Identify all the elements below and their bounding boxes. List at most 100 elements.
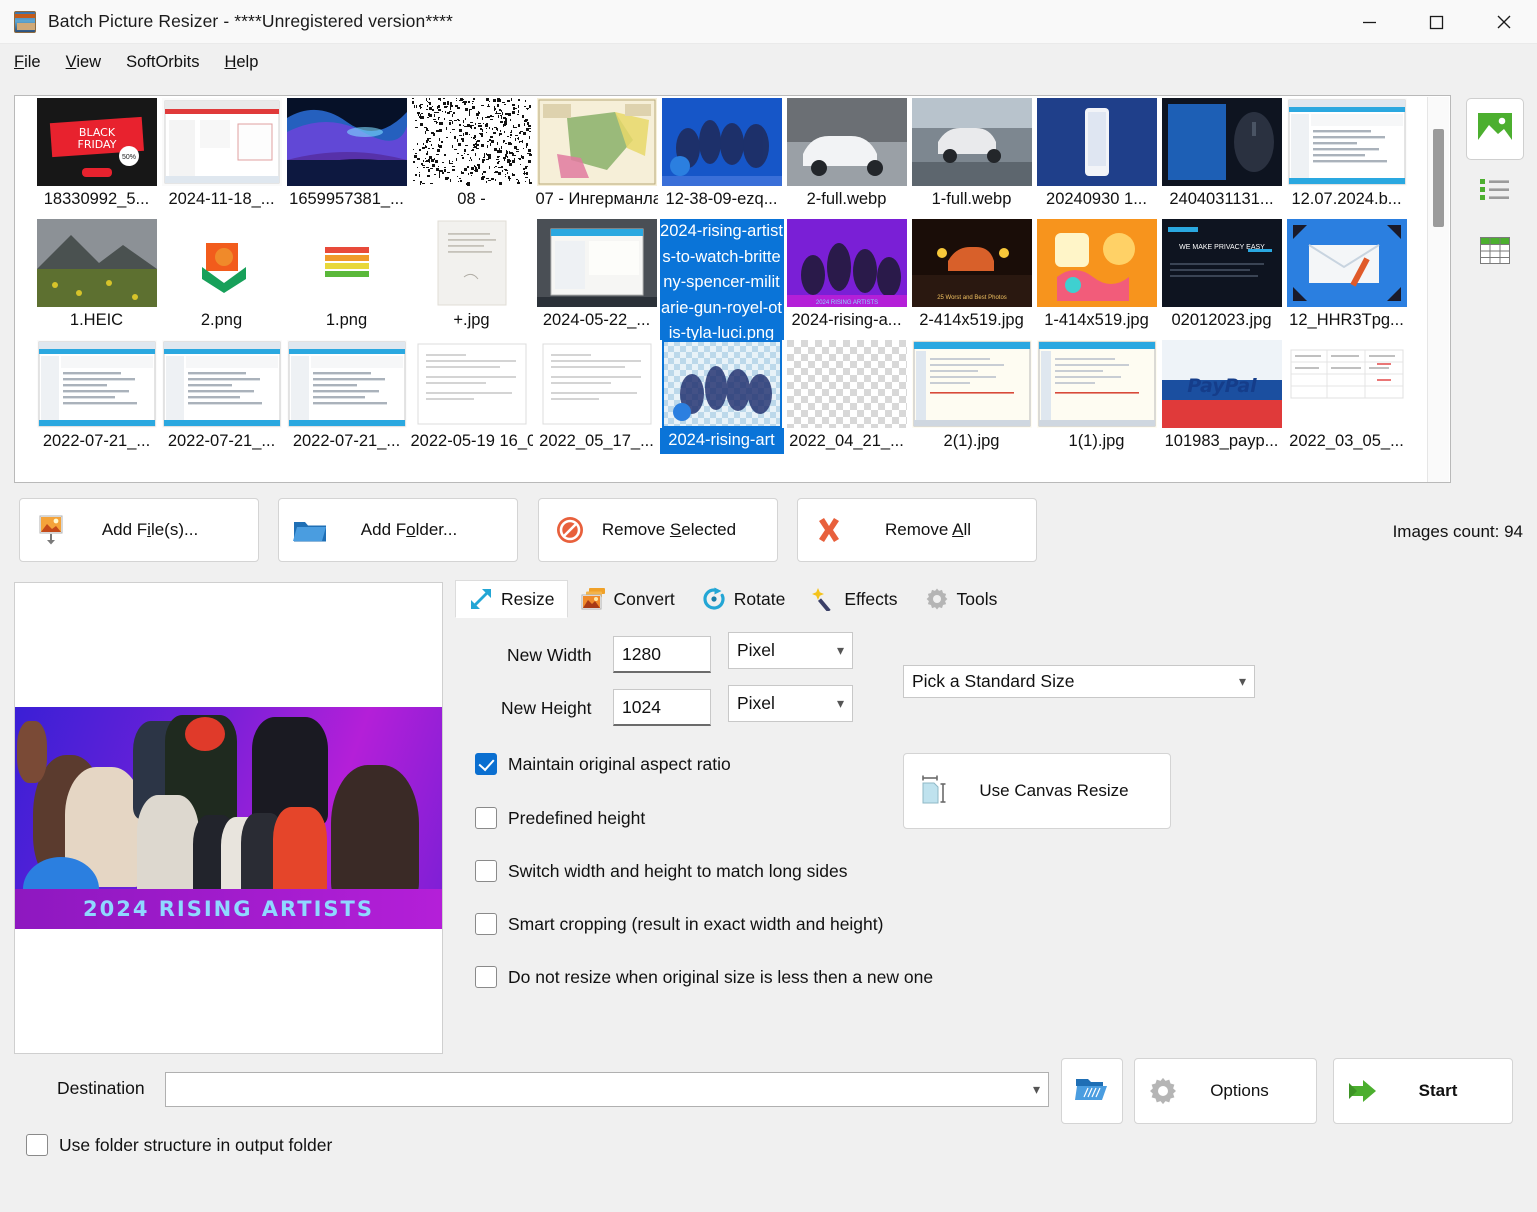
thumbnail-item[interactable]: 2022_05_17_... bbox=[534, 340, 659, 461]
tab-rotate[interactable]: Rotate bbox=[688, 580, 799, 618]
checkbox-row-smart-cropping[interactable]: Smart cropping (result in exact width an… bbox=[475, 913, 883, 935]
predefined-height-checkbox[interactable] bbox=[475, 807, 497, 829]
checkbox-row-do-not-resize[interactable]: Do not resize when original size is less… bbox=[475, 966, 933, 988]
thumbnail-item[interactable]: 2022-05-19 16_05_59 bbox=[409, 340, 534, 461]
thumbnail-item[interactable]: 2022_03_05_... bbox=[1284, 340, 1409, 461]
tab-convert[interactable]: Convert bbox=[568, 580, 688, 618]
thumbnail-image bbox=[1162, 98, 1282, 186]
smart-cropping-checkbox[interactable] bbox=[475, 913, 497, 935]
new-height-unit-select[interactable]: Pixel ▾ bbox=[728, 685, 853, 722]
add-image-icon bbox=[20, 515, 82, 545]
maximize-button[interactable] bbox=[1403, 0, 1470, 44]
thumbnail-item[interactable]: 1(1).jpg bbox=[1034, 340, 1159, 461]
thumbnail-scrollbar[interactable] bbox=[1427, 97, 1449, 483]
thumbnail-item[interactable]: 2024-05-22_... bbox=[534, 219, 659, 340]
gear-icon bbox=[1135, 1076, 1191, 1106]
chevron-down-icon: ▾ bbox=[1239, 673, 1246, 690]
thumbnail-item[interactable]: 12-38-09-ezq... bbox=[659, 98, 784, 219]
thumbnail-item[interactable]: 1659957381_... bbox=[284, 98, 409, 219]
start-button[interactable]: Start bbox=[1333, 1058, 1513, 1124]
options-button[interactable]: Options bbox=[1134, 1058, 1317, 1124]
thumbnail-item[interactable]: 2.png bbox=[159, 219, 284, 340]
new-width-input[interactable] bbox=[613, 636, 711, 673]
thumbnail-item[interactable]: +.jpg bbox=[409, 219, 534, 340]
details-view-button[interactable] bbox=[1466, 222, 1524, 284]
new-width-unit-value: Pixel bbox=[737, 640, 775, 661]
images-count-label: Images count: 94 bbox=[1393, 522, 1523, 542]
thumbnail-item[interactable]: 2022_04_21_... bbox=[784, 340, 909, 461]
thumbnail-item[interactable]: WE MAKE PRIVACY EASY02012023.jpg bbox=[1159, 219, 1284, 340]
list-view-button[interactable] bbox=[1466, 160, 1524, 222]
browse-destination-button[interactable] bbox=[1061, 1058, 1123, 1124]
checkbox-row-switch-wh[interactable]: Switch width and height to match long si… bbox=[475, 860, 848, 882]
thumbnail-item[interactable]: 2024 RISING ARTISTS2024-rising-a... bbox=[784, 219, 909, 340]
thumbnail-image: WE MAKE PRIVACY EASY bbox=[1162, 219, 1282, 307]
thumbnail-item[interactable]: PayPal101983_payp... bbox=[1159, 340, 1284, 461]
thumbnail-view-button[interactable] bbox=[1466, 98, 1524, 160]
thumbnail-item[interactable]: 2024-rising-art bbox=[659, 340, 784, 461]
thumbnail-item[interactable]: 12_HHR3Tpg... bbox=[1284, 219, 1409, 340]
magic-wand-icon bbox=[811, 586, 837, 612]
thumbnail-item[interactable]: 1-414x519.jpg bbox=[1034, 219, 1159, 340]
do-not-resize-checkbox[interactable] bbox=[475, 966, 497, 988]
thumbnail-item[interactable]: 25 Worst and Best Photos2-414x519.jpg bbox=[909, 219, 1034, 340]
use-folder-structure-checkbox[interactable] bbox=[26, 1134, 48, 1156]
switch-width-height-checkbox[interactable] bbox=[475, 860, 497, 882]
tab-effects[interactable]: Effects bbox=[798, 580, 910, 618]
menu-item-help[interactable]: Help bbox=[213, 49, 269, 76]
thumbnail-item[interactable]: 2022-07-21_... bbox=[34, 340, 159, 461]
tab-bar: Resize Convert Rotate bbox=[455, 580, 1010, 618]
thumbnail-caption: 2.png bbox=[161, 308, 283, 333]
scrollbar-thumb[interactable] bbox=[1433, 129, 1444, 227]
thumbnail-item[interactable]: 1-full.webp bbox=[909, 98, 1034, 219]
checkbox-row-aspect-ratio[interactable]: Maintain original aspect ratio bbox=[475, 753, 731, 775]
add-folder-button[interactable]: Add Folder... bbox=[278, 498, 518, 562]
thumbnail-item[interactable]: BLACKFRIDAY50%18330992_5... bbox=[34, 98, 159, 219]
tab-resize[interactable]: Resize bbox=[455, 580, 568, 618]
thumbnail-panel[interactable]: BLACKFRIDAY50%18330992_5...2024-11-18_..… bbox=[14, 95, 1451, 483]
tab-tools[interactable]: Tools bbox=[911, 580, 1011, 618]
thumbnail-image bbox=[1287, 219, 1407, 307]
new-width-unit-select[interactable]: Pixel ▾ bbox=[728, 632, 853, 669]
thumbnail-caption: 2024-rising-art bbox=[660, 428, 784, 454]
destination-combobox[interactable]: ▾ bbox=[165, 1072, 1049, 1107]
thumbnail-item[interactable]: 1.HEIC bbox=[34, 219, 159, 340]
thumbnail-item[interactable]: 2-full.webp bbox=[784, 98, 909, 219]
chevron-down-icon: ▾ bbox=[837, 695, 844, 712]
tab-rotate-label: Rotate bbox=[734, 589, 786, 610]
thumbnail-item[interactable]: 20240930 1... bbox=[1034, 98, 1159, 219]
thumbnail-item[interactable]: 1.png bbox=[284, 219, 409, 340]
list-icon bbox=[1480, 177, 1510, 206]
checkbox-row-use-folder-structure[interactable]: Use folder structure in output folder bbox=[26, 1134, 332, 1156]
thumbnail-item[interactable]: 2404031131... bbox=[1159, 98, 1284, 219]
thumbnail-grid[interactable]: BLACKFRIDAY50%18330992_5...2024-11-18_..… bbox=[15, 96, 1427, 482]
thumbnail-item[interactable]: 2(1).jpg bbox=[909, 340, 1034, 461]
menu-item-softorbits[interactable]: SoftOrbits bbox=[115, 49, 210, 76]
thumbnail-item[interactable]: 07 - Ингерманла... bbox=[534, 98, 659, 219]
maintain-aspect-ratio-checkbox[interactable] bbox=[475, 753, 497, 775]
thumbnail-item[interactable]: 2024-11-18_... bbox=[159, 98, 284, 219]
chevron-down-icon: ▾ bbox=[1033, 1081, 1040, 1098]
use-canvas-resize-button[interactable]: Use Canvas Resize bbox=[903, 753, 1171, 829]
thumbnail-image: PayPal bbox=[1162, 340, 1282, 428]
thumbnail-caption: 20240930 1... bbox=[1036, 187, 1158, 212]
menu-item-file[interactable]: File bbox=[3, 49, 52, 76]
close-button[interactable] bbox=[1470, 0, 1537, 44]
menu-label-help: elp bbox=[236, 53, 258, 71]
thumbnail-item[interactable]: 2024-rising-artists-to-watch-britteny-sp… bbox=[659, 219, 784, 340]
thumbnail-item[interactable]: 12.07.2024.b... bbox=[1284, 98, 1409, 219]
open-folder-icon bbox=[1075, 1075, 1109, 1108]
standard-size-select[interactable]: Pick a Standard Size ▾ bbox=[903, 665, 1255, 698]
add-files-button[interactable]: Add File(s)... bbox=[19, 498, 259, 562]
new-height-input[interactable] bbox=[613, 689, 711, 726]
thumbnail-item[interactable]: 08 - bbox=[409, 98, 534, 219]
remove-selected-button[interactable]: Remove Selected bbox=[538, 498, 778, 562]
checkbox-row-predefined-height[interactable]: Predefined height bbox=[475, 807, 645, 829]
thumbnail-item[interactable]: 2022-07-21_... bbox=[284, 340, 409, 461]
menu-item-view[interactable]: View bbox=[55, 49, 112, 76]
convert-images-icon bbox=[581, 586, 607, 612]
remove-all-button[interactable]: Remove All bbox=[797, 498, 1037, 562]
new-width-label: New Width bbox=[507, 645, 592, 666]
minimize-button[interactable] bbox=[1336, 0, 1403, 44]
thumbnail-item[interactable]: 2022-07-21_... bbox=[159, 340, 284, 461]
